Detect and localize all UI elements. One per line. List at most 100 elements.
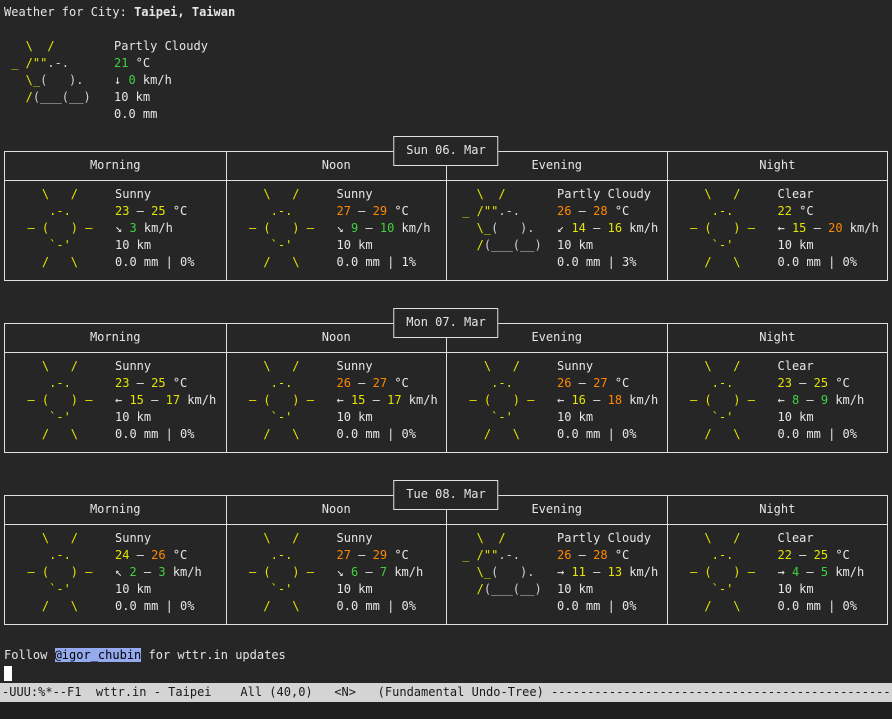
forecast-cell-details: Sunny26 – 27 °C← 15 – 17 km/h10 km0.0 mm… [337, 358, 438, 443]
period-header-night: Night [667, 496, 888, 524]
partly-cloudy-icon: \ / _ /"".-. \_( ). /(___(__) [4, 38, 108, 123]
follow-suffix: for wttr.in updates [141, 648, 286, 662]
precipitation: 0.0 mm | 0% [337, 598, 424, 615]
forecast-cell-morning: \ / .-. – ( ) – `-' / \Sunny23 – 25 °C↘ … [5, 180, 226, 280]
sunny-icon: \ / .-. – ( ) – `-' / \ [676, 186, 772, 271]
temperature: 23 – 25 °C [115, 375, 216, 392]
wind-speed: → 4 – 5 km/h [778, 564, 865, 581]
visibility: 10 km [557, 581, 658, 598]
follow-prefix: Follow [4, 648, 55, 662]
temperature: 27 – 29 °C [337, 547, 424, 564]
visibility: 10 km [337, 409, 438, 426]
forecast-cell-evening: \ / _ /"".-. \_( ). /(___(__)Partly Clou… [446, 180, 667, 280]
condition-label: Sunny [115, 358, 216, 375]
forecast-cell-morning: \ / .-. – ( ) – `-' / \Sunny23 – 25 °C← … [5, 352, 226, 452]
location-name: Taipei, Taiwan [134, 5, 235, 19]
sunny-icon: \ / .-. – ( ) – `-' / \ [235, 186, 331, 271]
forecast-cell-night: \ / .-. – ( ) – `-' / \Clear22 °C← 15 – … [667, 180, 888, 280]
visibility: 10 km [337, 237, 431, 254]
block-cursor [4, 666, 12, 681]
current-art-slot: \ / _ /"".-. \_( ). /(___(__) [4, 38, 108, 123]
wind-speed: ← 15 – 20 km/h [778, 220, 879, 237]
partly-cloudy-icon: \ / _ /"".-. \_( ). /(___(__) [455, 530, 551, 615]
wind-speed: ← 15 – 17 km/h [337, 392, 438, 409]
sunny-icon: \ / .-. – ( ) – `-' / \ [235, 358, 331, 443]
temperature: 26 – 28 °C [557, 203, 658, 220]
forecast-cell-noon: \ / .-. – ( ) – `-' / \Sunny26 – 27 °C← … [226, 352, 447, 452]
visibility: 10 km [557, 409, 658, 426]
temperature: 22 – 25 °C [778, 547, 865, 564]
current-info: Partly Cloudy21 °C↓ 0 km/h10 km0.0 mm [114, 38, 208, 123]
wind-speed: ↖ 2 – 3 km/h [115, 564, 202, 581]
sunny-icon: \ / .-. – ( ) – `-' / \ [13, 358, 109, 443]
emacs-modeline[interactable]: -UUU:%*--F1 wttr.in - Taipei All (40,0) … [0, 683, 892, 702]
temperature: 23 – 25 °C [115, 203, 194, 220]
period-header-morning: Morning [5, 152, 226, 180]
temperature: 21 °C [114, 55, 208, 72]
temperature: 26 – 28 °C [557, 547, 658, 564]
condition-label: Clear [778, 530, 865, 547]
forecast-cell-night: \ / .-. – ( ) – `-' / \Clear22 – 25 °C→ … [667, 524, 888, 624]
precipitation: 0.0 mm | 0% [557, 426, 658, 443]
forecast-cell-details: Partly Cloudy26 – 28 °C→ 11 – 13 km/h10 … [557, 530, 658, 615]
period-header-night: Night [667, 324, 888, 352]
forecast-table: MorningNoonEveningNight \ / .-. – ( ) – … [4, 151, 888, 281]
period-header-night: Night [667, 152, 888, 180]
period-header-morning: Morning [5, 496, 226, 524]
forecast-cell-evening: \ / _ /"".-. \_( ). /(___(__)Partly Clou… [446, 524, 667, 624]
wind-speed: ← 16 – 18 km/h [557, 392, 658, 409]
visibility: 10 km [114, 89, 208, 106]
condition-label: Sunny [337, 530, 424, 547]
wind-speed: ↓ 0 km/h [114, 72, 208, 89]
visibility: 10 km [557, 237, 658, 254]
forecast-cell-details: Sunny27 – 29 °C↘ 9 – 10 km/h10 km0.0 mm … [337, 186, 431, 271]
visibility: 10 km [115, 581, 202, 598]
sunny-icon: \ / .-. – ( ) – `-' / \ [13, 186, 109, 271]
precipitation: 0.0 mm | 0% [337, 426, 438, 443]
precipitation: 0.0 mm | 3% [557, 254, 658, 271]
wind-speed: ↘ 6 – 7 km/h [337, 564, 424, 581]
forecast-cell-details: Clear23 – 25 °C← 8 – 9 km/h10 km0.0 mm |… [778, 358, 865, 443]
forecast-date-box: Mon 07. Mar [393, 308, 498, 338]
modeline-text: -UUU:%*--F1 wttr.in - Taipei All (40,0) … [2, 685, 551, 699]
title-space [127, 5, 134, 19]
condition-label: Clear [778, 186, 879, 203]
cursor-line [4, 664, 892, 681]
forecast-date-box: Tue 08. Mar [393, 480, 498, 510]
wind-speed: ↙ 14 – 16 km/h [557, 220, 658, 237]
condition-label: Clear [778, 358, 865, 375]
sunny-icon: \ / .-. – ( ) – `-' / \ [235, 530, 331, 615]
forecast-days: Sun 06. MarMorningNoonEveningNight \ / .… [4, 151, 892, 625]
precipitation: 0.0 mm | 0% [778, 426, 865, 443]
forecast-cell-evening: \ / .-. – ( ) – `-' / \ Sunny26 – 27 °C← … [446, 352, 667, 452]
condition-label: Sunny [337, 358, 438, 375]
temperature: 23 – 25 °C [778, 375, 865, 392]
condition-label: Sunny [557, 358, 658, 375]
precipitation: 0.0 mm | 1% [337, 254, 431, 271]
visibility: 10 km [337, 581, 424, 598]
twitter-handle-link[interactable]: @igor_chubin [55, 648, 142, 662]
condition-label: Partly Cloudy [557, 186, 658, 203]
current-conditions: \ / _ /"".-. \_( ). /(___(__) Partly Clo… [4, 38, 892, 123]
condition-label: Partly Cloudy [114, 38, 208, 55]
temperature: 24 – 26 °C [115, 547, 202, 564]
partly-cloudy-icon: \ / _ /"".-. \_( ). /(___(__) [455, 186, 551, 271]
forecast-cell-noon: \ / .-. – ( ) – `-' / \Sunny27 – 29 °C↘ … [226, 524, 447, 624]
visibility: 10 km [778, 581, 865, 598]
sunny-icon: \ / .-. – ( ) – `-' / \ [455, 358, 551, 443]
forecast-table: MorningNoonEveningNight \ / .-. – ( ) – … [4, 323, 888, 453]
forecast-cell-morning: \ / .-. – ( ) – `-' / \Sunny24 – 26 °C↖ … [5, 524, 226, 624]
forecast-cell-details: Sunny27 – 29 °C↘ 6 – 7 km/h10 km0.0 mm |… [337, 530, 424, 615]
forecast-cell-night: \ / .-. – ( ) – `-' / \Clear23 – 25 °C← … [667, 352, 888, 452]
temperature: 26 – 27 °C [557, 375, 658, 392]
forecast-cell-details: Clear22 – 25 °C→ 4 – 5 km/h10 km0.0 mm |… [778, 530, 865, 615]
wttr-buffer: Weather for City: Taipei, Taiwan \ / _ /… [0, 0, 892, 683]
forecast-day-3: Tue 08. MarMorningNoonEveningNight \ / .… [4, 495, 888, 625]
forecast-table: MorningNoonEveningNight \ / .-. – ( ) – … [4, 495, 888, 625]
forecast-cell-details: Sunny23 – 25 °C← 15 – 17 km/h10 km0.0 mm… [115, 358, 216, 443]
condition-label: Sunny [115, 186, 194, 203]
period-header-morning: Morning [5, 324, 226, 352]
emacs-minibuffer[interactable] [0, 702, 892, 719]
forecast-cell-details: Partly Cloudy26 – 28 °C↙ 14 – 16 km/h10 … [557, 186, 658, 271]
precipitation: 0.0 mm | 0% [557, 598, 658, 615]
